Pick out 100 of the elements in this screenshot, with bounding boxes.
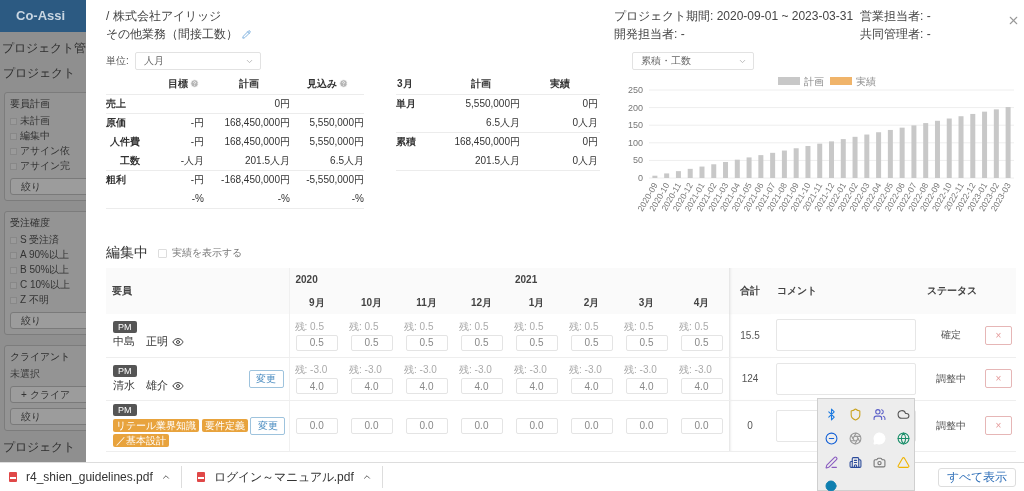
- remaining-label: 残: -3.0: [569, 363, 602, 377]
- number-field[interactable]: 0.5: [680, 334, 723, 351]
- number-field[interactable]: 0.0: [625, 417, 668, 434]
- delete-button[interactable]: ×: [985, 369, 1012, 388]
- caret-up-icon[interactable]: [160, 472, 171, 482]
- change-button[interactable]: 変更: [248, 369, 284, 388]
- cloud-icon[interactable]: [896, 407, 910, 421]
- number-field[interactable]: 0.5: [350, 334, 393, 351]
- camera-icon[interactable]: [872, 455, 886, 469]
- number-field[interactable]: 4.0: [625, 378, 668, 394]
- delete-button[interactable]: ×: [985, 416, 1012, 435]
- delete-button[interactable]: ×: [985, 325, 1012, 345]
- filter-button[interactable]: + クライア: [10, 386, 86, 403]
- people-icon[interactable]: [872, 407, 886, 421]
- number-field[interactable]: 0.5: [625, 334, 668, 351]
- row-label: 工数: [106, 151, 158, 170]
- filter-button[interactable]: 絞り: [10, 178, 86, 195]
- number-field[interactable]: 4.0: [295, 378, 338, 394]
- status-text: 確定: [941, 329, 961, 341]
- checkbox-label: アサイン完: [20, 159, 70, 173]
- bar: [887, 129, 893, 178]
- aperture-icon[interactable]: [848, 431, 862, 445]
- shield-icon[interactable]: [848, 407, 862, 421]
- table-cell: 5,550,000円: [442, 94, 520, 113]
- remaining-label: 残: -3.0: [514, 363, 547, 377]
- download-item[interactable]: r4_shien_guidelines.pdf: [6, 466, 182, 488]
- number-field[interactable]: 0.0: [405, 417, 448, 434]
- number-field[interactable]: 0.5: [570, 334, 613, 351]
- month-header: 9月: [289, 291, 344, 314]
- checkbox-label: B 50%以上: [20, 263, 70, 277]
- change-button[interactable]: 変更: [250, 416, 285, 435]
- table-cell: 6.5人月: [442, 113, 520, 132]
- total-value: 15.5: [740, 329, 760, 341]
- filter-button[interactable]: 絞り: [10, 408, 86, 425]
- year-header: 2020: [289, 268, 509, 291]
- triangle-icon[interactable]: [896, 455, 910, 469]
- skill-tag: リテール業界知識: [113, 418, 199, 432]
- breadcrumb[interactable]: プロジェクト管: [0, 32, 86, 57]
- caret-up-icon[interactable]: [361, 472, 372, 482]
- eye-icon[interactable]: [172, 379, 184, 392]
- number-field[interactable]: 4.0: [460, 378, 503, 394]
- table-cell-text: 168,450,000円: [223, 135, 290, 149]
- table-cell: 0円: [208, 94, 290, 113]
- table-cell: -%: [290, 189, 364, 208]
- help-icon[interactable]: [338, 79, 348, 89]
- number-field[interactable]: 4.0: [570, 378, 613, 394]
- bar: [746, 157, 752, 178]
- table-cell-text: 5,550,000円: [308, 135, 364, 149]
- number-field[interactable]: 4.0: [515, 378, 558, 394]
- status-text: 調整中: [936, 419, 966, 431]
- number-field[interactable]: 0.5: [295, 334, 338, 351]
- bar: [758, 155, 764, 178]
- building-icon[interactable]: [848, 455, 862, 469]
- project-info: 営業担当者: -: [860, 8, 932, 25]
- number-field[interactable]: 0.0: [570, 417, 613, 434]
- panel-title: 受注確度: [10, 216, 51, 230]
- month-header: 12月: [454, 291, 509, 314]
- comment-field[interactable]: [776, 319, 916, 352]
- comment-field[interactable]: [776, 362, 916, 395]
- unit-select[interactable]: 人月: [134, 52, 261, 70]
- pen-icon[interactable]: [824, 455, 838, 469]
- chart-select[interactable]: 累積・工数: [632, 52, 754, 70]
- bar: [829, 141, 834, 178]
- number-field[interactable]: 0.5: [515, 334, 558, 351]
- bar: [770, 152, 776, 178]
- number-field[interactable]: 0.0: [460, 417, 503, 434]
- filter-button[interactable]: 絞り: [10, 312, 86, 329]
- table-cell: -5,550,000円: [290, 170, 364, 189]
- legend-label: 実績: [856, 76, 876, 87]
- number-field[interactable]: 0.0: [350, 417, 393, 434]
- project-info: 共同管理者: -: [860, 26, 932, 43]
- minus-circle-icon[interactable]: [824, 431, 838, 445]
- download-item[interactable]: ログイン～マニュアル.pdf: [193, 466, 383, 488]
- table-cell-text: -円: [189, 135, 205, 149]
- number-field[interactable]: 0.5: [460, 334, 503, 351]
- eye-icon[interactable]: [172, 336, 184, 349]
- axis-tick-label: 200: [627, 102, 643, 113]
- pencil-icon[interactable]: [242, 30, 251, 39]
- number-field[interactable]: 0.0: [295, 417, 338, 434]
- help-icon[interactable]: [189, 79, 199, 89]
- number-field[interactable]: 4.0: [350, 378, 393, 394]
- table-cell: 201.5人月: [208, 151, 290, 170]
- remaining-label: 残: 0.5: [569, 319, 599, 334]
- panel-title: 要員計画: [10, 97, 51, 111]
- show-all-button[interactable]: すべて表示: [938, 467, 1016, 487]
- close-icon[interactable]: [1007, 14, 1020, 27]
- remaining-label: 残: -3.0: [349, 363, 382, 377]
- axis-tick-label: 50: [633, 155, 643, 166]
- year-header: 2021: [509, 268, 729, 291]
- number-field[interactable]: 0.0: [515, 417, 558, 434]
- project-info: 開発担当者: -: [614, 26, 686, 43]
- number-field[interactable]: 4.0: [680, 378, 723, 394]
- bar: [687, 168, 693, 178]
- globe-icon[interactable]: [896, 431, 910, 445]
- remaining-label: 残: 0.5: [294, 319, 324, 334]
- number-field[interactable]: 0.5: [405, 334, 448, 351]
- column-header: 3月: [396, 74, 442, 94]
- number-field[interactable]: 4.0: [405, 378, 448, 394]
- bar: [1005, 107, 1011, 178]
- number-field[interactable]: 0.0: [680, 417, 723, 434]
